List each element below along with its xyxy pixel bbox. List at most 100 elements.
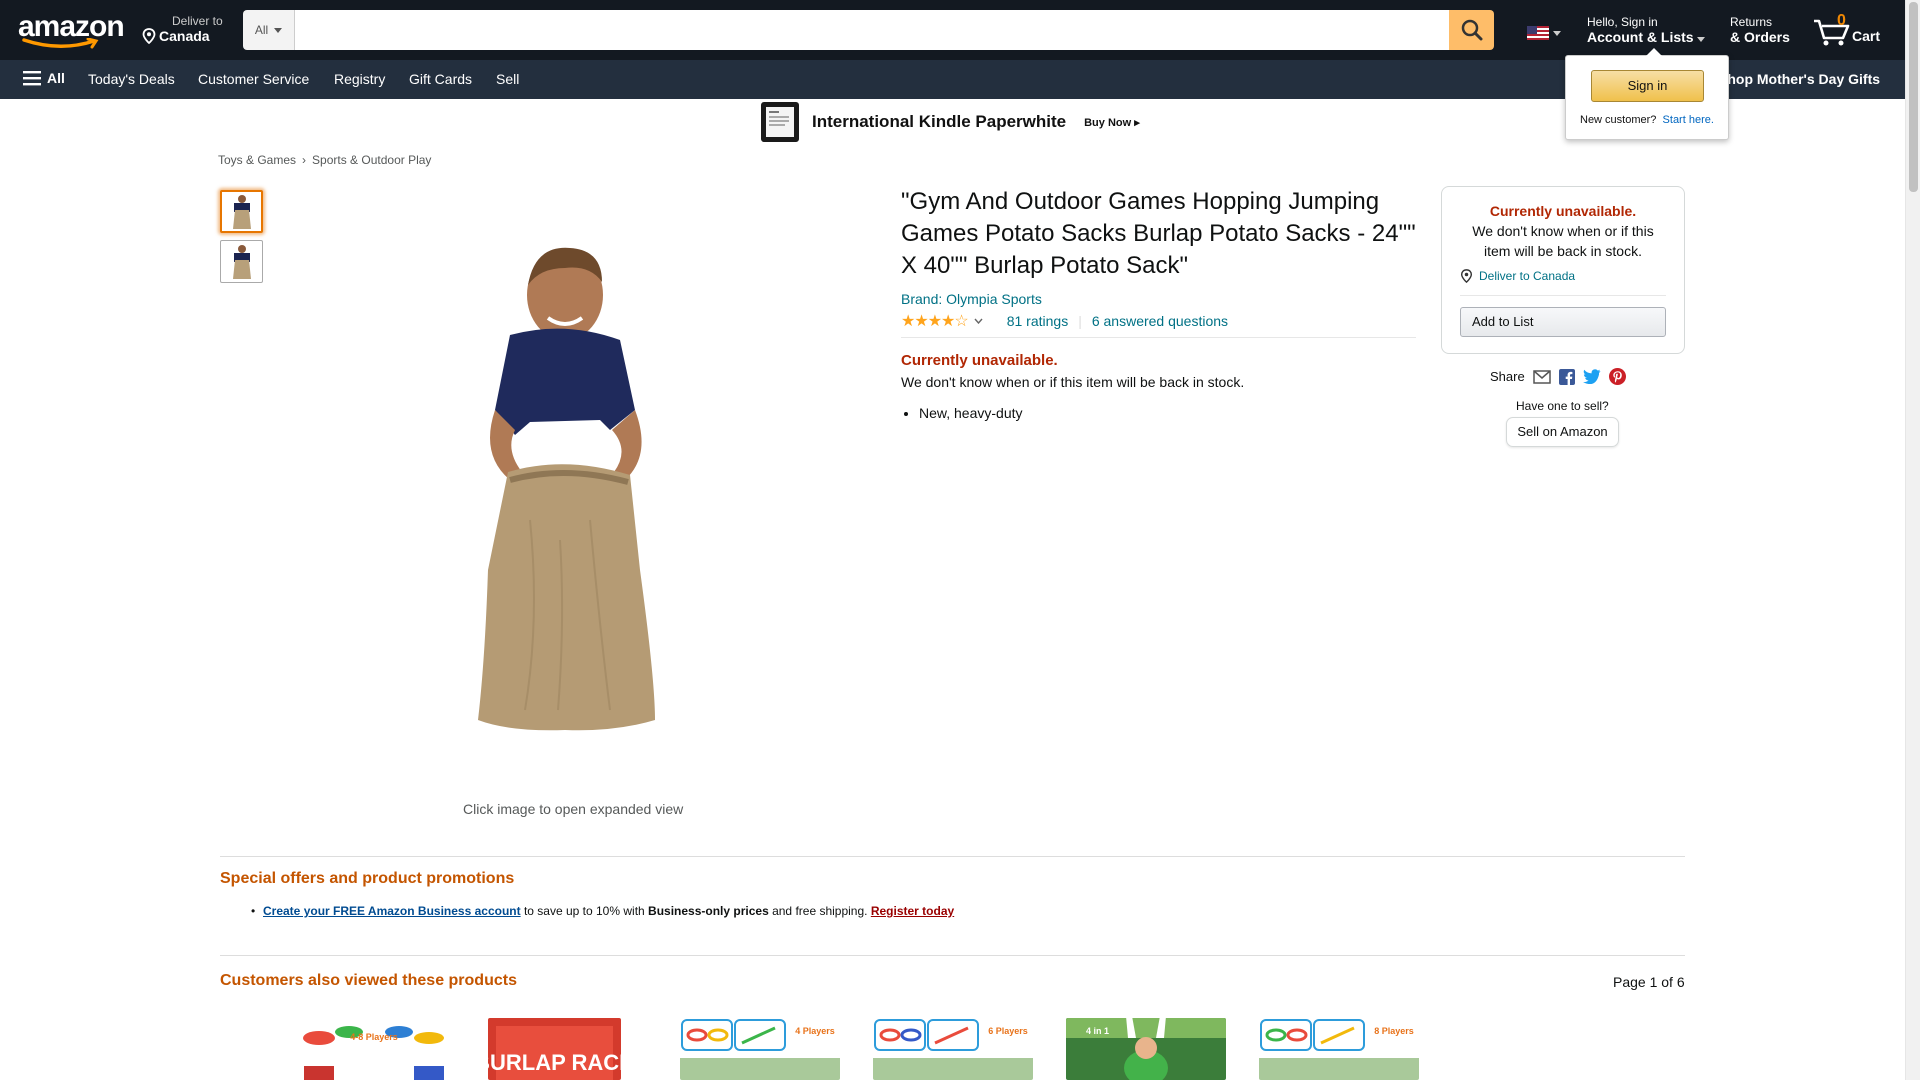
thumbnail-1[interactable]: [220, 190, 263, 233]
register-today-link[interactable]: Register today: [871, 904, 954, 918]
carousel-badge-5: 4 in 1: [1086, 1026, 1109, 1036]
language-selector[interactable]: [1527, 26, 1561, 40]
cart-count: 0: [1837, 12, 1846, 29]
carousel-product-1[interactable]: 4-8 Players: [294, 1018, 454, 1080]
buybox-divider: [1460, 295, 1666, 296]
product-thumbnail: 6 Players: [873, 1018, 1033, 1080]
business-account-link[interactable]: Create your FREE Amazon Business account: [263, 904, 521, 918]
feature-bullet: New, heavy-duty: [919, 405, 1416, 421]
buy-box: Currently unavailable. We don't know whe…: [1441, 186, 1685, 354]
twitter-icon[interactable]: [1582, 369, 1601, 384]
main-product-image[interactable]: [440, 240, 720, 740]
vertical-scrollbar[interactable]: [1905, 0, 1920, 1080]
search-category-select[interactable]: All: [243, 10, 295, 50]
product-thumbnail: BURLAP RACE: [488, 1018, 621, 1080]
facebook-icon[interactable]: [1558, 368, 1575, 385]
flyout-caret: [1646, 48, 1662, 56]
carousel-badge-1: 4-8 Players: [350, 1032, 398, 1042]
product-thumbnail: 4 Players: [680, 1018, 840, 1080]
nav-registry[interactable]: Registry: [334, 71, 385, 87]
buybox-deliver-label: Deliver to Canada: [1479, 269, 1576, 283]
nav-sell[interactable]: Sell: [496, 71, 519, 87]
star-rating-icon[interactable]: ★★★★☆: [901, 311, 969, 331]
breadcrumb-toys-games[interactable]: Toys & Games: [218, 153, 296, 167]
search-button[interactable]: [1449, 10, 1494, 50]
product-thumbnail: 8 Players: [1259, 1018, 1419, 1080]
location-pin-icon: [1460, 269, 1473, 283]
product-info: "Gym And Outdoor Games Hopping Jumping G…: [901, 186, 1416, 421]
banner-buy-now[interactable]: Buy Now ▸: [1084, 116, 1140, 129]
scrollbar-thumb[interactable]: [1909, 2, 1918, 192]
promotions-title: Special offers and product promotions: [220, 870, 515, 887]
image-caption: Click image to open expanded view: [463, 801, 684, 817]
all-menu-button[interactable]: All: [23, 70, 65, 86]
sack-kid-thumbnail: [232, 194, 251, 229]
image-thumbnails: [220, 190, 263, 290]
top-nav: amazon Deliver to Canada All Hello, Sign…: [0, 0, 1905, 60]
product-title: "Gym And Outdoor Games Hopping Jumping G…: [901, 188, 1416, 279]
buybox-availability: Currently unavailable.: [1489, 203, 1637, 219]
signin-flyout: Sign in New customer? Start here.: [1565, 48, 1729, 140]
ratings-count-link[interactable]: 81 ratings: [1007, 313, 1068, 329]
returns-label: Returns: [1730, 15, 1773, 29]
banner-title: International Kindle Paperwhite: [812, 112, 1067, 131]
caret-down-icon: [1697, 37, 1706, 42]
promo-text-2: and free shipping.: [768, 904, 871, 918]
product-thumbnail: 4-8 Players: [294, 1018, 454, 1080]
answered-questions-link[interactable]: 6 answered questions: [1092, 313, 1228, 329]
brand-link[interactable]: Brand: Olympia Sports: [901, 291, 1416, 307]
amazon-logo[interactable]: amazon: [18, 12, 125, 50]
start-here-link[interactable]: Start here.: [1663, 114, 1714, 126]
nav-gift-cards[interactable]: Gift Cards: [409, 71, 472, 87]
promo-bold-text: Business-only prices: [648, 904, 769, 918]
ratings-row: ★★★★☆ 81 ratings | 6 answered questions: [901, 311, 1416, 338]
smile-arrow-icon: [22, 38, 99, 49]
thumbnail-2[interactable]: [220, 240, 263, 283]
availability-message: We don't know when or if this item will …: [901, 374, 1245, 390]
search-bar: All: [243, 10, 1494, 50]
buybox-availability-message: We don't know when or if this item will …: [1472, 223, 1654, 259]
ratings-separator: |: [1078, 313, 1082, 329]
search-category-label: All: [254, 23, 269, 37]
account-lists[interactable]: Hello, Sign in Account & Lists: [1587, 15, 1706, 45]
cart-button[interactable]: 0 Cart: [1813, 12, 1883, 52]
carousel-badge-6: 8 Players: [1374, 1026, 1414, 1036]
new-customer-label: New customer?: [1580, 114, 1657, 126]
kindle-banner[interactable]: International Kindle Paperwhite Buy Now …: [760, 101, 1140, 143]
location-pin-icon: [142, 28, 156, 44]
add-to-list-button[interactable]: Add to List: [1460, 307, 1666, 337]
section-divider: [220, 856, 1685, 857]
deliver-country: Canada: [159, 28, 210, 44]
carousel-product-3[interactable]: 4 Players: [680, 1018, 840, 1080]
returns-orders[interactable]: Returns & Orders: [1730, 15, 1790, 45]
sell-on-amazon-button[interactable]: Sell on Amazon: [1506, 417, 1619, 447]
promotion-item: • Create your FREE Amazon Business accou…: [251, 904, 954, 918]
nav-promo-mothers-day[interactable]: Shop Mother's Day Gifts: [1718, 71, 1880, 87]
feature-bullets: New, heavy-duty: [901, 405, 1416, 421]
nav-customer-service[interactable]: Customer Service: [198, 71, 309, 87]
carousel-product-6[interactable]: 8 Players: [1259, 1018, 1419, 1080]
carousel-page-indicator: Page 1 of 6: [1613, 974, 1685, 990]
share-row: Share: [1490, 368, 1626, 385]
promo-text-1: to save up to 10% with: [520, 904, 649, 918]
hamburger-icon: [23, 70, 41, 85]
search-input[interactable]: [295, 10, 1449, 50]
product-thumbnail: 4 in 1: [1066, 1018, 1226, 1080]
search-icon: [1461, 19, 1482, 41]
buybox-deliver-link[interactable]: Deliver to Canada: [1460, 269, 1575, 283]
deliver-to[interactable]: Deliver to Canada: [142, 14, 229, 44]
kindle-device-icon: [761, 102, 799, 142]
carousel-product-5[interactable]: 4 in 1: [1066, 1018, 1226, 1080]
share-label: Share: [1490, 369, 1525, 384]
carousel-product-4[interactable]: 6 Players: [873, 1018, 1033, 1080]
signin-button[interactable]: Sign in: [1591, 70, 1704, 102]
pinterest-icon[interactable]: [1608, 368, 1626, 385]
breadcrumb-sports-outdoor[interactable]: Sports & Outdoor Play: [312, 153, 431, 167]
have-one-to-sell: Have one to sell?: [1516, 399, 1609, 413]
email-icon[interactable]: [1532, 369, 1551, 384]
nav-todays-deals[interactable]: Today's Deals: [88, 71, 175, 87]
caret-down-icon: [1553, 30, 1561, 36]
carousel-product-2[interactable]: BURLAP RACE: [488, 1018, 621, 1080]
all-menu-label: All: [47, 70, 65, 86]
chevron-down-icon[interactable]: [974, 318, 983, 324]
